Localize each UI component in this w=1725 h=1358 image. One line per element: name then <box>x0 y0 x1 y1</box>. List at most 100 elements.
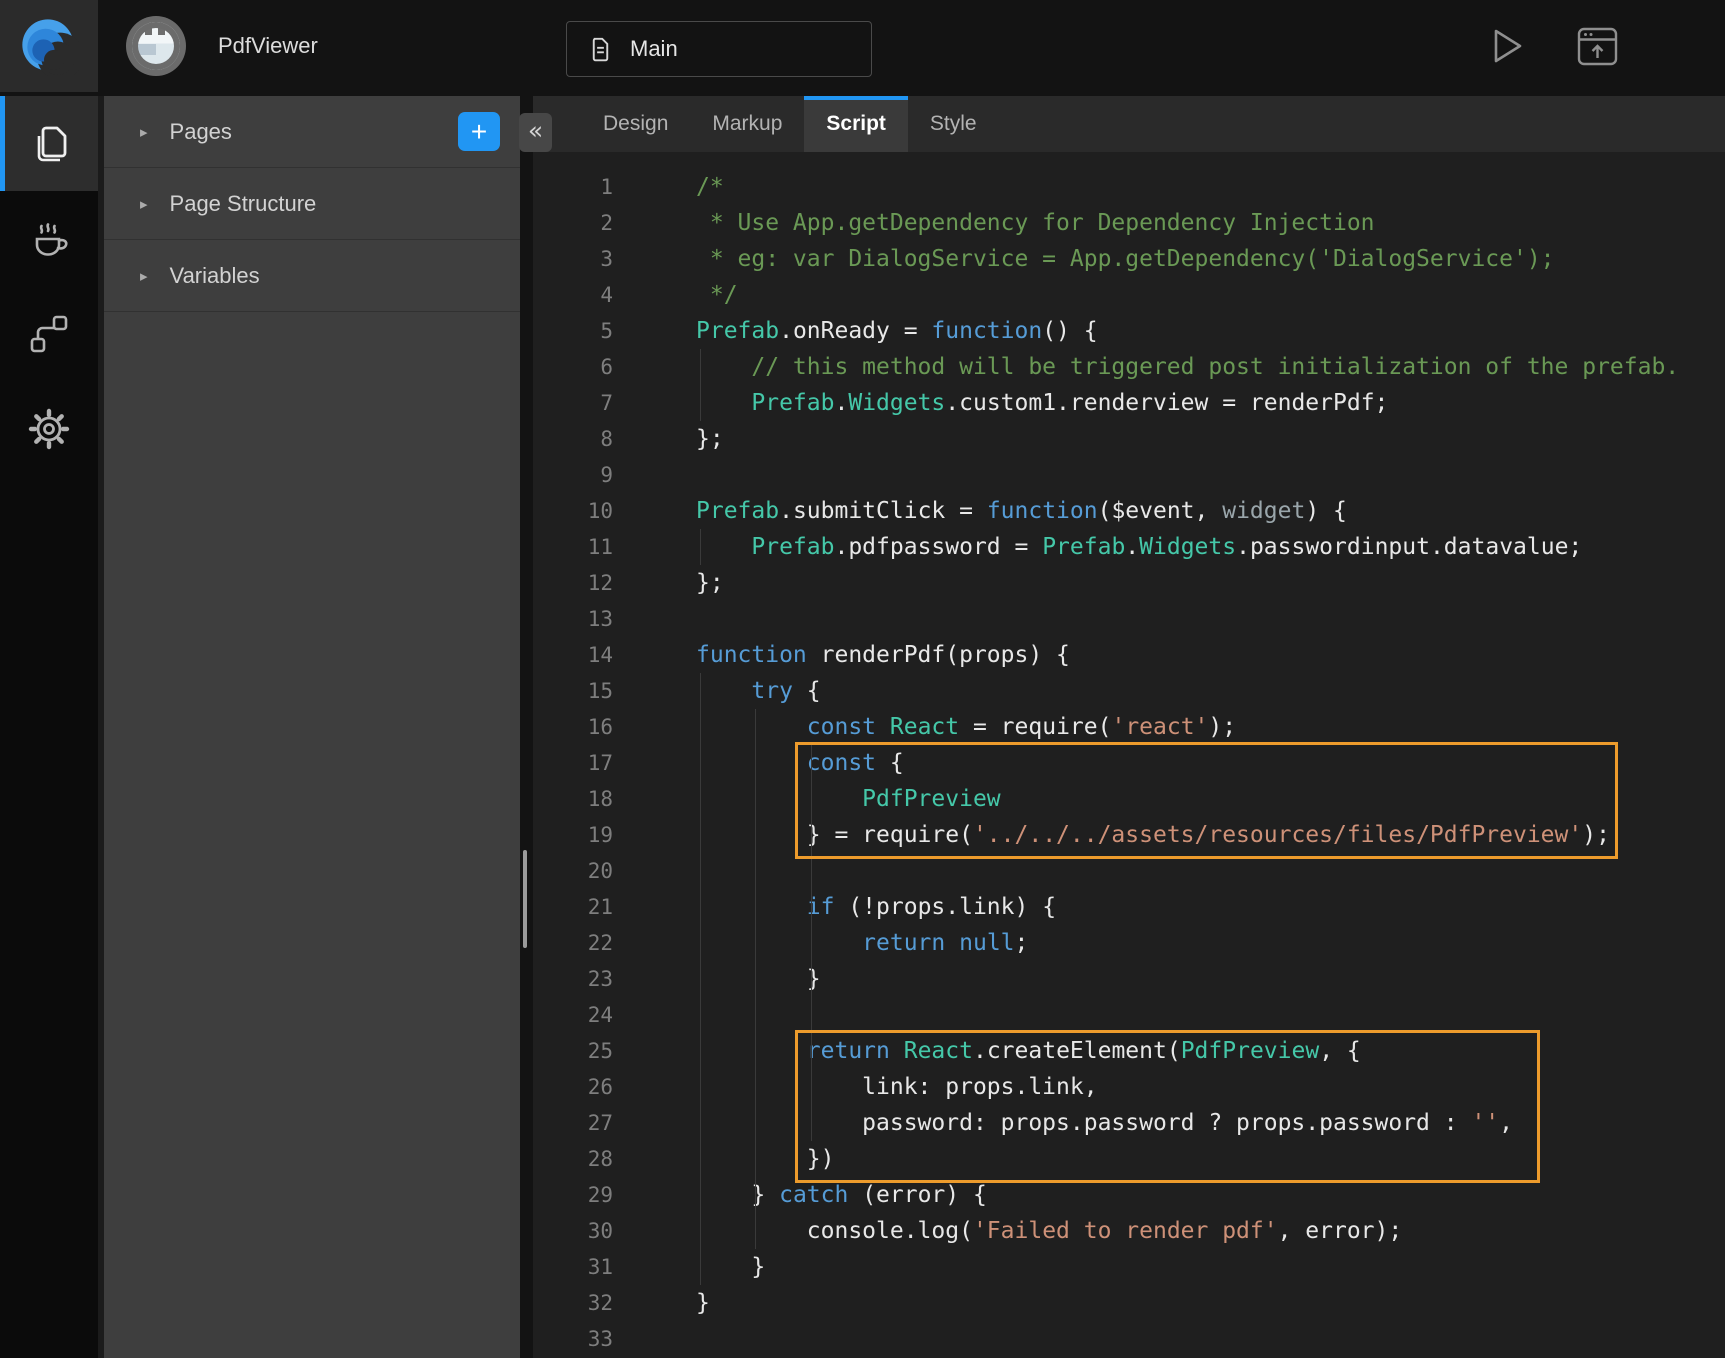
run-preview-button[interactable] <box>1486 0 1530 92</box>
code-line: 2 * Use App.getDependency for Dependency… <box>533 205 1725 241</box>
brand-logo[interactable] <box>0 0 98 92</box>
rail-item-connectors[interactable] <box>0 286 98 381</box>
indent-guide <box>755 709 756 1249</box>
line-number: 2 <box>533 205 613 241</box>
line-number: 17 <box>533 745 613 781</box>
chevron-right-icon: ▸ <box>140 123 148 141</box>
code-line: 11 Prefab.pdfpassword = Prefab.Widgets.p… <box>533 529 1725 565</box>
highlight-box <box>795 742 1618 859</box>
avatar[interactable] <box>132 22 180 70</box>
code-line: 7 Prefab.Widgets.custom1.renderview = re… <box>533 385 1725 421</box>
line-number: 32 <box>533 1285 613 1321</box>
coffee-cup-icon <box>26 216 72 262</box>
line-number: 30 <box>533 1213 613 1249</box>
line-number: 31 <box>533 1249 613 1285</box>
line-number: 25 <box>533 1033 613 1069</box>
tab-style[interactable]: Style <box>908 96 999 152</box>
rail-item-settings[interactable] <box>0 381 98 476</box>
indent-guide <box>700 673 701 1285</box>
publish-window-icon <box>1577 27 1618 66</box>
line-number: 13 <box>533 601 613 637</box>
line-number: 28 <box>533 1141 613 1177</box>
publish-button[interactable] <box>1575 0 1619 92</box>
collapse-panel-button[interactable]: « <box>519 113 552 152</box>
tab-script[interactable]: Script <box>804 96 908 152</box>
chevron-right-icon: ▸ <box>140 195 148 213</box>
line-number: 29 <box>533 1177 613 1213</box>
code-line: 8}; <box>533 421 1725 457</box>
code-line: 9 <box>533 457 1725 493</box>
chevron-right-icon: ▸ <box>140 267 148 285</box>
line-number: 21 <box>533 889 613 925</box>
line-number: 1 <box>533 169 613 205</box>
line-number: 16 <box>533 709 613 745</box>
panel-gutter <box>520 96 533 1358</box>
sidebar-section-variables[interactable]: ▸ Variables <box>104 240 520 312</box>
add-page-button[interactable]: + <box>458 112 500 151</box>
code-line: 33 <box>533 1321 1725 1357</box>
top-bar: PdfViewer Main <box>0 0 1725 96</box>
line-number: 12 <box>533 565 613 601</box>
line-number: 33 <box>533 1321 613 1357</box>
rail-item-java-services[interactable] <box>0 191 98 286</box>
editor-area: Design Markup Script Style 1/*2 * Use Ap… <box>533 96 1725 1358</box>
sidebar-panel: ▸ Pages + ▸ Page Structure ▸ Variables <box>104 96 520 1358</box>
code-line: 16 const React = require('react'); <box>533 709 1725 745</box>
sidebar-section-pages[interactable]: ▸ Pages + <box>104 96 520 168</box>
line-number: 8 <box>533 421 613 457</box>
code-line: 24 <box>533 997 1725 1033</box>
app-title: PdfViewer <box>218 0 318 92</box>
indent-guide <box>700 349 701 421</box>
code-line: 6 // this method will be triggered post … <box>533 349 1725 385</box>
line-number: 22 <box>533 925 613 961</box>
code-line: 10Prefab.submitClick = function($event, … <box>533 493 1725 529</box>
section-label: Page Structure <box>170 191 317 217</box>
code-line: 3 * eg: var DialogService = App.getDepen… <box>533 241 1725 277</box>
code-line: 5Prefab.onReady = function() { <box>533 313 1725 349</box>
code-line: 30 console.log('Failed to render pdf', e… <box>533 1213 1725 1249</box>
code-line: 13 <box>533 601 1725 637</box>
code-line: 4 */ <box>533 277 1725 313</box>
wave-logo-icon <box>19 16 79 76</box>
line-number: 19 <box>533 817 613 853</box>
play-icon <box>1489 25 1527 67</box>
line-number: 14 <box>533 637 613 673</box>
code-line: 23 } <box>533 961 1725 997</box>
line-number: 15 <box>533 673 613 709</box>
highlight-box <box>795 1030 1540 1183</box>
scrollbar-thumb[interactable] <box>523 850 527 948</box>
line-number: 18 <box>533 781 613 817</box>
line-number: 27 <box>533 1105 613 1141</box>
code-line: 1/* <box>533 169 1725 205</box>
section-label: Variables <box>170 263 260 289</box>
page-tab-label: Main <box>630 36 678 62</box>
line-number: 24 <box>533 997 613 1033</box>
line-number: 7 <box>533 385 613 421</box>
gear-icon <box>26 406 72 452</box>
left-rail <box>0 96 98 1358</box>
line-number: 23 <box>533 961 613 997</box>
line-number: 9 <box>533 457 613 493</box>
page-tab-main[interactable]: Main <box>566 21 872 77</box>
tab-markup[interactable]: Markup <box>690 96 804 152</box>
line-number: 3 <box>533 241 613 277</box>
document-icon <box>587 36 614 63</box>
rail-item-pages[interactable] <box>0 96 98 191</box>
line-number: 20 <box>533 853 613 889</box>
section-label: Pages <box>170 119 232 145</box>
pages-copy-icon <box>29 121 75 167</box>
tab-design[interactable]: Design <box>581 96 690 152</box>
code-line: 14function renderPdf(props) { <box>533 637 1725 673</box>
code-line: 21 if (!props.link) { <box>533 889 1725 925</box>
line-number: 4 <box>533 277 613 313</box>
code-editor[interactable]: 1/*2 * Use App.getDependency for Depende… <box>533 152 1725 1358</box>
connector-icon <box>27 312 71 356</box>
sidebar-section-page-structure[interactable]: ▸ Page Structure <box>104 168 520 240</box>
code-line: 32} <box>533 1285 1725 1321</box>
line-number: 5 <box>533 313 613 349</box>
editor-tab-bar: Design Markup Script Style <box>533 96 1725 152</box>
code-line: 12}; <box>533 565 1725 601</box>
code-line: 15 try { <box>533 673 1725 709</box>
line-number: 10 <box>533 493 613 529</box>
code-line: 31 } <box>533 1249 1725 1285</box>
